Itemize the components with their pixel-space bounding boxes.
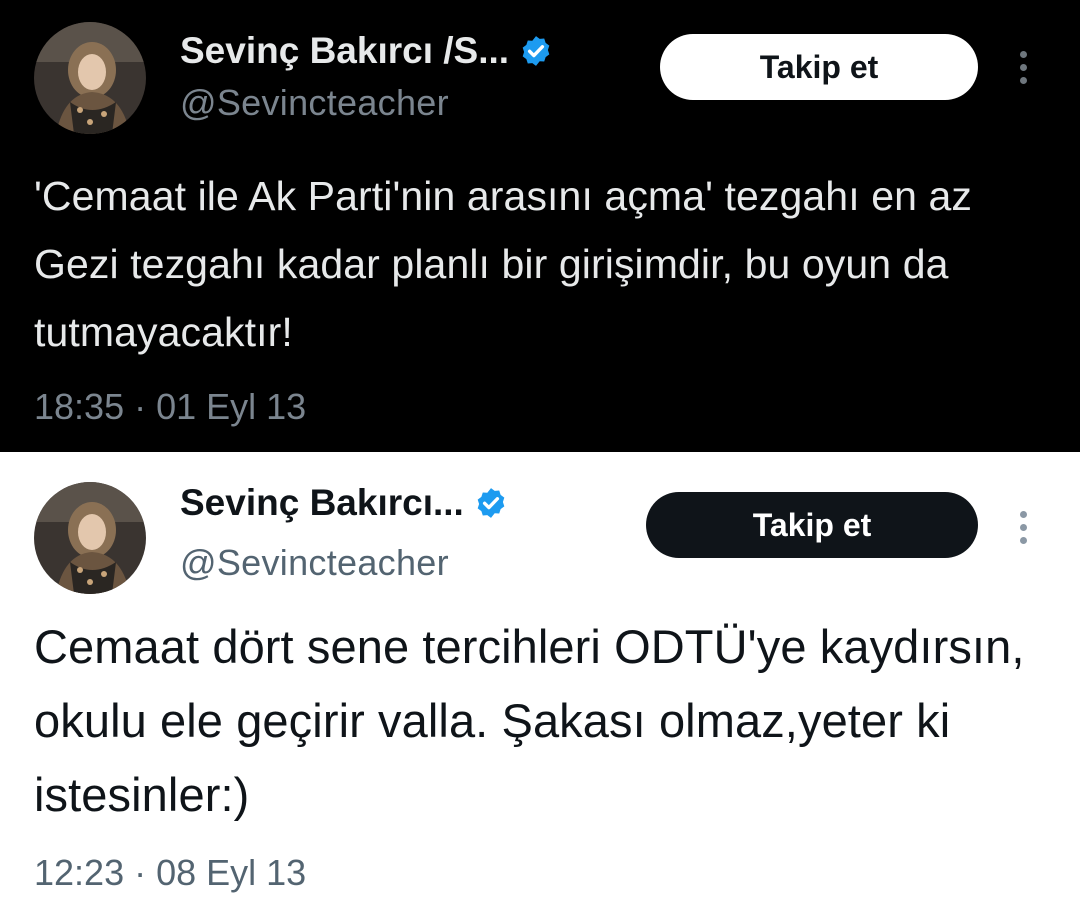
avatar[interactable] — [34, 22, 146, 134]
tweet-card-light: Sevinç Bakırcı... @Sevincteacher Takip e… — [0, 452, 1080, 918]
tweet-card-dark: Sevinç Bakırcı /S... @Sevincteacher Taki… — [0, 0, 1080, 452]
avatar[interactable] — [34, 482, 146, 594]
display-name[interactable]: Sevinç Bakırcı... — [180, 482, 464, 524]
more-options-icon[interactable] — [1010, 42, 1036, 92]
verified-badge-icon — [474, 486, 508, 520]
follow-button[interactable]: Takip et — [660, 34, 978, 100]
author-name-row[interactable]: Sevinç Bakırcı /S... — [180, 30, 553, 72]
display-name[interactable]: Sevinç Bakırcı /S... — [180, 30, 509, 72]
more-options-icon[interactable] — [1010, 502, 1036, 552]
tweet-timestamp[interactable]: 12:23 · 08 Eyl 13 — [34, 852, 306, 894]
tweet-text: 'Cemaat ile Ak Parti'nin arasını açma' t… — [34, 173, 972, 355]
verified-badge-icon — [519, 34, 553, 68]
author-name-row[interactable]: Sevinç Bakırcı... — [180, 482, 508, 524]
tweet-text: Cemaat dört sene tercihleri ODTÜ'ye kayd… — [34, 620, 1025, 821]
tweet-timestamp[interactable]: 18:35 · 01 Eyl 13 — [34, 386, 306, 428]
author-handle[interactable]: @Sevincteacher — [180, 542, 449, 584]
author-handle[interactable]: @Sevincteacher — [180, 82, 449, 124]
follow-button[interactable]: Takip et — [646, 492, 978, 558]
